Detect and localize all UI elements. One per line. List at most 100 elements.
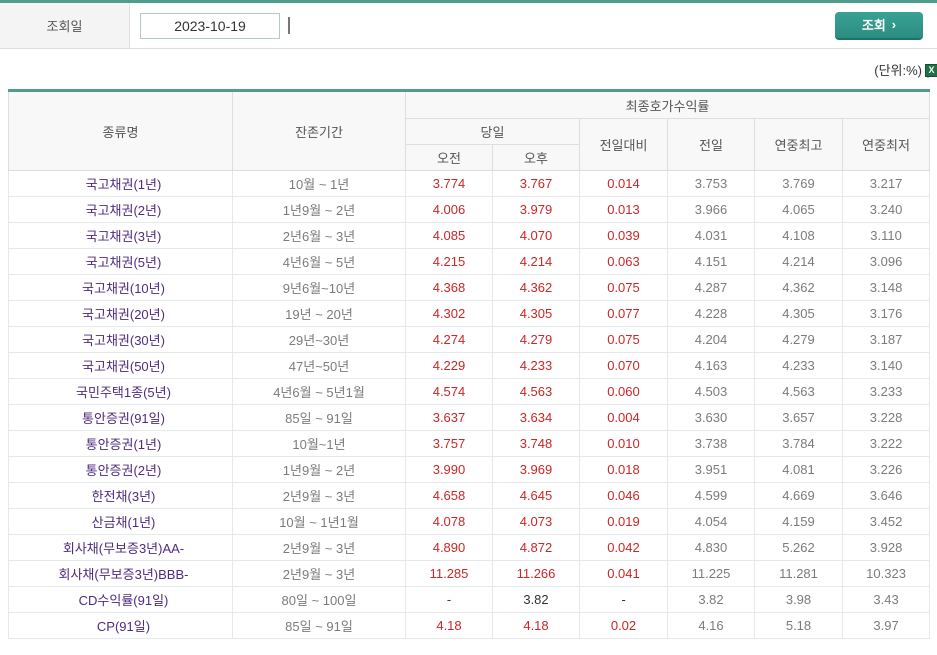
period-cell: 9년6월~10년 xyxy=(232,274,406,301)
am-yield-cell: 4.368 xyxy=(405,274,493,301)
bond-type-cell: 국민주택1종(5년) xyxy=(8,378,233,405)
excel-icon: X xyxy=(922,60,937,78)
prev-day-cell: 4.16 xyxy=(667,612,755,639)
pm-yield-cell: 4.872 xyxy=(492,534,580,561)
excel-export-button[interactable]: X xyxy=(922,60,937,78)
pm-yield-cell: 3.969 xyxy=(492,456,580,483)
year-high-cell: 5.262 xyxy=(754,534,843,561)
unit-row: (단위:%) X xyxy=(0,49,937,89)
table-row: 통안증권(1년) 10월~1년 3.757 3.748 0.010 3.738 … xyxy=(8,430,931,457)
am-yield-cell: 4.006 xyxy=(405,196,493,223)
pm-yield-cell: 11.266 xyxy=(492,560,580,587)
pm-yield-cell: 4.18 xyxy=(492,612,580,639)
table-row: 회사채(무보증3년)BBB- 2년9월 ~ 3년 11.285 11.266 0… xyxy=(8,560,931,587)
year-high-cell: 4.563 xyxy=(754,378,843,405)
header-today-group: 당일 xyxy=(405,118,580,145)
table-row: 산금채(1년) 10월 ~ 1년1월 4.078 4.073 0.019 4.0… xyxy=(8,508,931,535)
yield-table-body: 국고채권(1년) 10월 ~ 1년 3.774 3.767 0.014 3.75… xyxy=(8,170,931,639)
prev-day-cell: 11.225 xyxy=(667,560,755,587)
diff-prev-day-cell: 0.02 xyxy=(579,612,668,639)
period-cell: 4년6월 ~ 5년1월 xyxy=(232,378,406,405)
bond-type-cell: 통안증권(2년) xyxy=(8,456,233,483)
prev-day-cell: 3.738 xyxy=(667,430,755,457)
period-cell: 85일 ~ 91일 xyxy=(232,404,406,431)
prev-day-cell: 4.599 xyxy=(667,482,755,509)
table-row: CD수익률(91일) 80일 ~ 100일 - 3.82 - 3.82 3.98… xyxy=(8,586,931,613)
year-high-cell: 5.18 xyxy=(754,612,843,639)
pm-yield-cell: 4.073 xyxy=(492,508,580,535)
am-yield-cell: 4.302 xyxy=(405,300,493,327)
date-input[interactable] xyxy=(140,12,280,39)
period-cell: 2년9월 ~ 3년 xyxy=(232,534,406,561)
prev-day-cell: 4.204 xyxy=(667,326,755,353)
chevron-right-icon: › xyxy=(891,17,897,32)
am-yield-cell: 4.890 xyxy=(405,534,493,561)
am-yield-cell: - xyxy=(405,586,493,613)
period-cell: 19년 ~ 20년 xyxy=(232,300,406,327)
bond-type-cell: 산금채(1년) xyxy=(8,508,233,535)
am-yield-cell: 3.757 xyxy=(405,430,493,457)
year-high-cell: 4.108 xyxy=(754,222,843,249)
table-row: 국고채권(50년) 47년~50년 4.229 4.233 0.070 4.16… xyxy=(8,352,931,379)
pm-yield-cell: 3.979 xyxy=(492,196,580,223)
period-cell: 4년6월 ~ 5년 xyxy=(232,248,406,275)
year-low-cell: 3.148 xyxy=(841,274,931,301)
period-cell: 2년9월 ~ 3년 xyxy=(232,482,406,509)
year-low-cell: 3.140 xyxy=(841,352,931,379)
am-yield-cell: 3.774 xyxy=(405,170,493,197)
prev-day-cell: 3.82 xyxy=(667,586,755,613)
am-yield-cell: 4.574 xyxy=(405,378,493,405)
search-button-label: 조회 xyxy=(861,18,886,33)
bond-type-cell: CP(91일) xyxy=(8,612,233,639)
table-row: 회사채(무보증3년)AA- 2년9월 ~ 3년 4.890 4.872 0.04… xyxy=(8,534,931,561)
bond-type-cell: 국고채권(5년) xyxy=(8,248,233,275)
query-date-label: 조회일 xyxy=(0,3,130,48)
table-row: CP(91일) 85일 ~ 91일 4.18 4.18 0.02 4.16 5.… xyxy=(8,612,931,639)
diff-prev-day-cell: - xyxy=(579,586,668,613)
year-high-cell: 4.159 xyxy=(754,508,843,535)
pm-yield-cell: 3.634 xyxy=(492,404,580,431)
diff-prev-day-cell: 0.042 xyxy=(579,534,668,561)
calendar-button[interactable] xyxy=(288,17,290,34)
period-cell: 80일 ~ 100일 xyxy=(232,586,406,613)
diff-prev-day-cell: 0.041 xyxy=(579,560,668,587)
year-high-cell: 4.669 xyxy=(754,482,843,509)
search-button[interactable]: 조회 › xyxy=(835,11,923,40)
year-low-cell: 3.096 xyxy=(841,248,931,275)
pm-yield-cell: 4.233 xyxy=(492,352,580,379)
period-cell: 85일 ~ 91일 xyxy=(232,612,406,639)
pm-yield-cell: 4.214 xyxy=(492,248,580,275)
period-cell: 47년~50년 xyxy=(232,352,406,379)
pm-yield-cell: 4.279 xyxy=(492,326,580,353)
yield-table: 종류명 잔존기간 최종호가수익률 당일 전일대비 전일 연중최고 연중최저 오전… xyxy=(8,89,931,639)
year-low-cell: 3.110 xyxy=(841,222,931,249)
period-cell: 10월 ~ 1년1월 xyxy=(232,508,406,535)
year-low-cell: 3.187 xyxy=(841,326,931,353)
table-row: 국고채권(10년) 9년6월~10년 4.368 4.362 0.075 4.2… xyxy=(8,274,931,301)
am-yield-cell: 4.078 xyxy=(405,508,493,535)
am-yield-cell: 4.658 xyxy=(405,482,493,509)
am-yield-cell: 4.215 xyxy=(405,248,493,275)
am-yield-cell: 4.229 xyxy=(405,352,493,379)
bond-type-cell: 국고채권(1년) xyxy=(8,170,233,197)
prev-day-cell: 4.151 xyxy=(667,248,755,275)
diff-prev-day-cell: 0.013 xyxy=(579,196,668,223)
table-row: 국고채권(5년) 4년6월 ~ 5년 4.215 4.214 0.063 4.1… xyxy=(8,248,931,275)
prev-day-cell: 4.054 xyxy=(667,508,755,535)
year-high-cell: 4.065 xyxy=(754,196,843,223)
bond-type-cell: 국고채권(3년) xyxy=(8,222,233,249)
prev-day-cell: 3.753 xyxy=(667,170,755,197)
period-cell: 2년9월 ~ 3년 xyxy=(232,560,406,587)
year-low-cell: 3.222 xyxy=(841,430,931,457)
am-yield-cell: 4.274 xyxy=(405,326,493,353)
header-type-name: 종류명 xyxy=(8,90,233,171)
year-low-cell: 3.97 xyxy=(841,612,931,639)
year-low-cell: 3.226 xyxy=(841,456,931,483)
year-low-cell: 3.176 xyxy=(841,300,931,327)
year-low-cell: 3.928 xyxy=(841,534,931,561)
diff-prev-day-cell: 0.004 xyxy=(579,404,668,431)
year-high-cell: 3.657 xyxy=(754,404,843,431)
year-low-cell: 3.240 xyxy=(841,196,931,223)
prev-day-cell: 3.630 xyxy=(667,404,755,431)
calendar-icon xyxy=(288,17,290,34)
